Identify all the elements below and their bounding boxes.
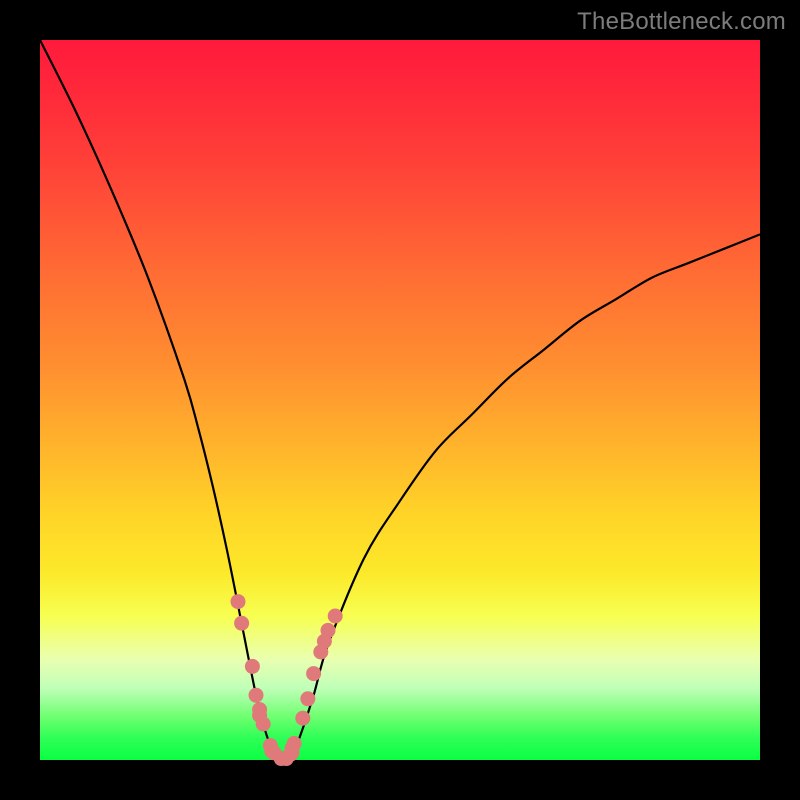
highlight-dot [300,691,315,706]
plot-area [40,40,760,760]
chart-svg [40,40,760,760]
highlight-dot [256,717,271,732]
highlight-dot [295,711,310,726]
highlight-dot [249,688,264,703]
highlight-dots [231,594,343,766]
watermark-text: TheBottleneck.com [577,8,786,36]
highlight-dot [245,659,260,674]
highlight-dot [321,623,336,638]
chart-frame: TheBottleneck.com [0,0,800,800]
highlight-dot [234,616,249,631]
highlight-dot [231,594,246,609]
highlight-dot [328,609,343,624]
bottleneck-curve [40,40,760,761]
highlight-dot [306,666,321,681]
highlight-dot [287,736,302,751]
